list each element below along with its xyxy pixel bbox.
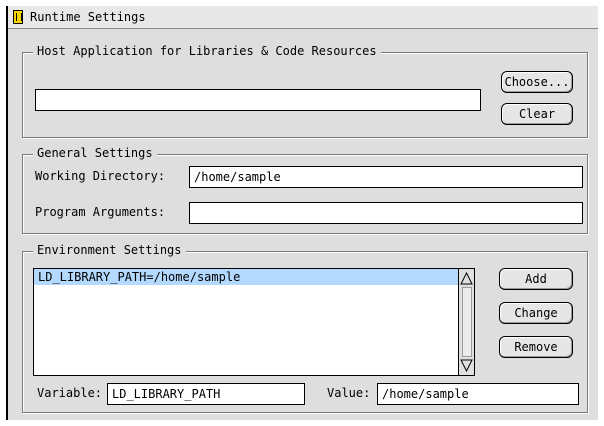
- clear-button[interactable]: Clear: [501, 103, 573, 125]
- environment-variable-item[interactable]: LD_LIBRARY_PATH=/home/sample: [34, 269, 474, 285]
- window-title: Runtime Settings: [30, 10, 146, 24]
- working-directory-field[interactable]: /home/sample: [189, 166, 583, 188]
- scroll-down-arrow-icon[interactable]: [460, 358, 473, 374]
- value-field[interactable]: /home/sample: [377, 383, 579, 405]
- variable-field[interactable]: LD_LIBRARY_PATH: [107, 383, 305, 405]
- scroll-track[interactable]: [462, 287, 472, 357]
- program-arguments-label: Program Arguments:: [35, 205, 166, 219]
- host-application-group: Host Application for Libraries & Code Re…: [22, 44, 588, 138]
- choose-button[interactable]: Choose...: [501, 71, 573, 93]
- environment-variables-list[interactable]: LD_LIBRARY_PATH=/home/sample: [33, 268, 475, 376]
- general-settings-group-label: General Settings: [33, 146, 157, 160]
- app-icon: [13, 10, 23, 24]
- value-label: Value:: [327, 386, 371, 400]
- remove-button[interactable]: Remove: [499, 336, 573, 358]
- host-application-path-field[interactable]: [35, 89, 481, 111]
- runtime-settings-window: Runtime Settings Host Application for Li…: [6, 6, 598, 420]
- scroll-up-arrow-icon[interactable]: [460, 270, 473, 286]
- host-application-group-label: Host Application for Libraries & Code Re…: [33, 44, 381, 58]
- change-button[interactable]: Change: [499, 302, 573, 324]
- program-arguments-field[interactable]: [189, 202, 583, 224]
- environment-settings-group-label: Environment Settings: [33, 243, 186, 257]
- environment-settings-group: Environment Settings LD_LIBRARY_PATH=/ho…: [22, 243, 588, 413]
- variable-label: Variable:: [37, 386, 103, 400]
- general-settings-group: General Settings Working Directory: /hom…: [22, 146, 588, 234]
- add-button[interactable]: Add: [499, 268, 573, 290]
- environment-list-scrollbar[interactable]: [458, 269, 474, 375]
- working-directory-label: Working Directory:: [35, 169, 166, 183]
- title-bar[interactable]: Runtime Settings: [8, 6, 598, 29]
